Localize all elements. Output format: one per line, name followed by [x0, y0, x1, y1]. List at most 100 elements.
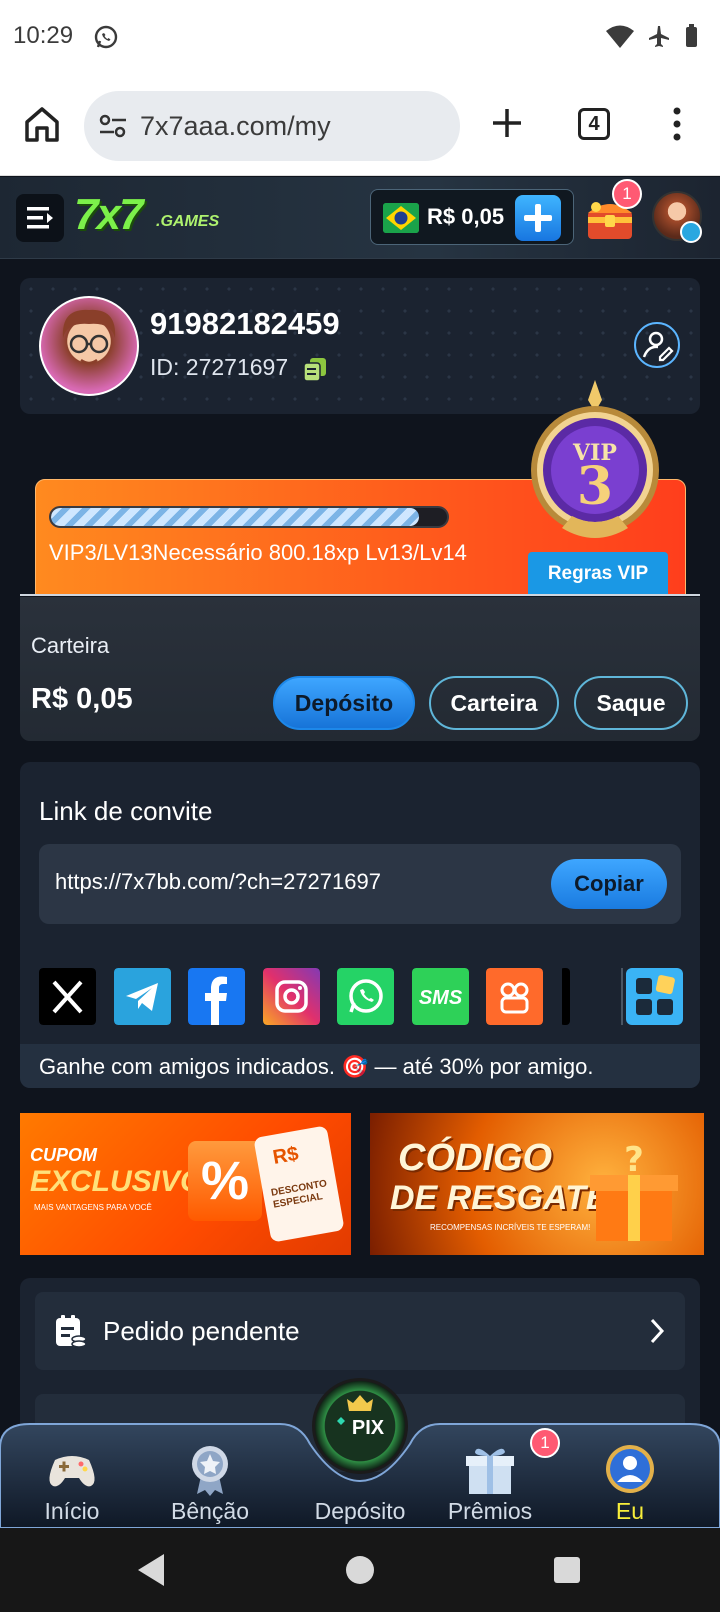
percent-icon: %	[188, 1141, 262, 1221]
kwai-icon[interactable]	[486, 968, 543, 1025]
share-row: SMS	[39, 968, 683, 1026]
wallet-card: Carteira R$ 0,05 Depósito Carteira Saque	[20, 597, 700, 741]
app-logo-suffix: .GAMES	[156, 213, 220, 230]
share-more-partial-icon[interactable]	[560, 968, 570, 1025]
coupon-ticket-text: DESCONTO ESPECIAL	[270, 1178, 328, 1211]
vip-rules-button[interactable]: Regras VIP	[528, 552, 668, 596]
menu-item-pending-orders[interactable]: Pedido pendente	[35, 1292, 685, 1370]
svg-text:?: ?	[624, 1143, 644, 1180]
sms-icon-text: SMS	[419, 987, 463, 1009]
menu-item-label: Pedido pendente	[103, 1316, 300, 1346]
header-balance[interactable]: R$ 0,05	[370, 189, 574, 245]
address-bar[interactable]: 7x7aaa.com/my	[84, 91, 460, 161]
invite-card: Link de convite https://7x7bb.com/?ch=27…	[20, 762, 700, 1088]
brazil-flag-icon	[383, 203, 419, 233]
home-icon[interactable]	[22, 104, 62, 144]
gamepad-icon	[49, 1456, 95, 1487]
coupon-banner-line2: EXCLUSIVO	[30, 1165, 204, 1198]
gift-icon	[466, 1448, 514, 1494]
invite-title: Link de convite	[39, 796, 213, 826]
nav-home[interactable]: Início	[12, 1434, 132, 1526]
coupon-banner-line1: CUPOM	[30, 1145, 97, 1165]
vip-progress-text: VIP3/LV13Necessário 800.18xp Lv13/Lv14	[49, 540, 467, 565]
share-divider	[621, 968, 623, 1025]
deposit-button[interactable]: Depósito	[273, 676, 415, 730]
browser-menu-icon[interactable]	[664, 106, 690, 142]
more-apps-icon[interactable]	[626, 968, 683, 1025]
whatsapp-notification-icon	[94, 25, 118, 49]
vip-badge-level: 3	[577, 456, 613, 517]
sms-icon[interactable]: SMS	[412, 968, 469, 1025]
gift-box-icon: ?	[590, 1143, 678, 1241]
user-id: ID: 27271697	[150, 354, 289, 380]
user-edit-icon	[642, 331, 674, 362]
header-balance-value: R$ 0,05	[427, 204, 505, 229]
nav-deposit-label[interactable]: Depósito	[300, 1498, 420, 1525]
add-funds-button[interactable]	[515, 195, 561, 241]
app-logo[interactable]: 7x7	[74, 190, 143, 240]
wallet-label: Carteira	[31, 633, 110, 658]
vip-progress-fill	[51, 508, 420, 526]
withdraw-button[interactable]: Saque	[574, 676, 688, 730]
avatar-face-icon	[62, 309, 116, 365]
recents-icon	[554, 1557, 580, 1583]
nav-blessing[interactable]: Bênção	[150, 1434, 270, 1526]
pix-deposit-button[interactable]: PIX	[312, 1378, 408, 1474]
home-nav-icon	[346, 1556, 374, 1584]
new-tab-icon[interactable]	[490, 106, 524, 140]
tab-switcher-button[interactable]: 4	[578, 108, 610, 140]
menu-icon	[27, 207, 53, 229]
nav-me-label: Eu	[615, 1498, 645, 1524]
invite-footer-text: Ganhe com amigos indicados. 🎯 — até 30% …	[39, 1054, 594, 1079]
coupon-banner-sub: MAIS VANTAGENS PARA VOCÊ	[34, 1203, 152, 1212]
vip-badge-icon[interactable]: VIP 3	[522, 378, 668, 548]
instagram-icon[interactable]	[263, 968, 320, 1025]
app-header: 7x7 .GAMES R$ 0,05 1	[0, 177, 720, 259]
back-icon	[138, 1554, 164, 1586]
copy-id-icon[interactable]	[302, 356, 328, 382]
user-profile-icon	[606, 1445, 654, 1493]
pending-orders-icon	[56, 1315, 87, 1348]
nav-me[interactable]: Eu	[570, 1434, 690, 1526]
invite-footer: Ganhe com amigos indicados. 🎯 — até 30% …	[20, 1044, 700, 1088]
wallet-balance: R$ 0,05	[31, 683, 133, 715]
invite-link-box: https://7x7bb.com/?ch=27271697 Copiar	[39, 844, 681, 924]
whatsapp-icon[interactable]	[337, 968, 394, 1025]
telegram-badge-icon	[680, 221, 702, 243]
redeem-banner-sub: RECOMPENSAS INCRÍVEIS TE ESPERAM!	[430, 1223, 591, 1232]
status-bar: 10:29	[0, 0, 720, 76]
user-phone: 91982182459	[150, 306, 340, 341]
pix-icon: PIX	[337, 1395, 385, 1439]
facebook-icon[interactable]	[188, 968, 245, 1025]
site-settings-icon[interactable]	[98, 113, 128, 139]
url-text: 7x7aaa.com/my	[140, 111, 331, 141]
redeem-code-banner[interactable]: CÓDIGO DE RESGATE RECOMPENSAS INCRÍVEIS …	[370, 1113, 704, 1255]
system-nav-icons	[138, 1554, 580, 1586]
nav-blessing-label: Bênção	[170, 1498, 249, 1524]
invite-link[interactable]: https://7x7bb.com/?ch=27271697	[55, 869, 381, 895]
copy-link-button[interactable]: Copiar	[551, 859, 667, 909]
chevron-right-icon	[650, 1318, 665, 1344]
notification-badge: 1	[612, 179, 642, 209]
wifi-icon	[606, 25, 634, 48]
nav-home-label: Início	[44, 1498, 100, 1524]
status-time: 10:29	[13, 22, 74, 49]
sidebar-menu-button[interactable]	[16, 194, 64, 242]
battery-icon	[686, 24, 697, 47]
system-navigation-bar	[0, 1528, 720, 1612]
redeem-banner-line2: DE RESGATE	[390, 1179, 609, 1217]
coupon-ticket-symbol: R$	[271, 1142, 301, 1169]
exclusive-coupon-banner[interactable]: CUPOM EXCLUSIVO MAIS VANTAGENS PARA VOCÊ…	[20, 1113, 351, 1255]
medal-icon	[192, 1446, 228, 1496]
telegram-icon[interactable]	[114, 968, 171, 1025]
airplane-mode-icon	[649, 26, 669, 47]
wallet-button[interactable]: Carteira	[429, 676, 559, 730]
divider	[20, 594, 700, 596]
vip-progress-bar	[49, 506, 449, 528]
avatar[interactable]	[39, 296, 139, 396]
edit-profile-button[interactable]	[634, 322, 680, 368]
plus-icon	[524, 204, 552, 232]
coupon-ticket-icon: R$ DESCONTO ESPECIAL	[253, 1125, 345, 1243]
x-icon[interactable]	[39, 968, 96, 1025]
pix-icon-text: PIX	[352, 1417, 385, 1439]
